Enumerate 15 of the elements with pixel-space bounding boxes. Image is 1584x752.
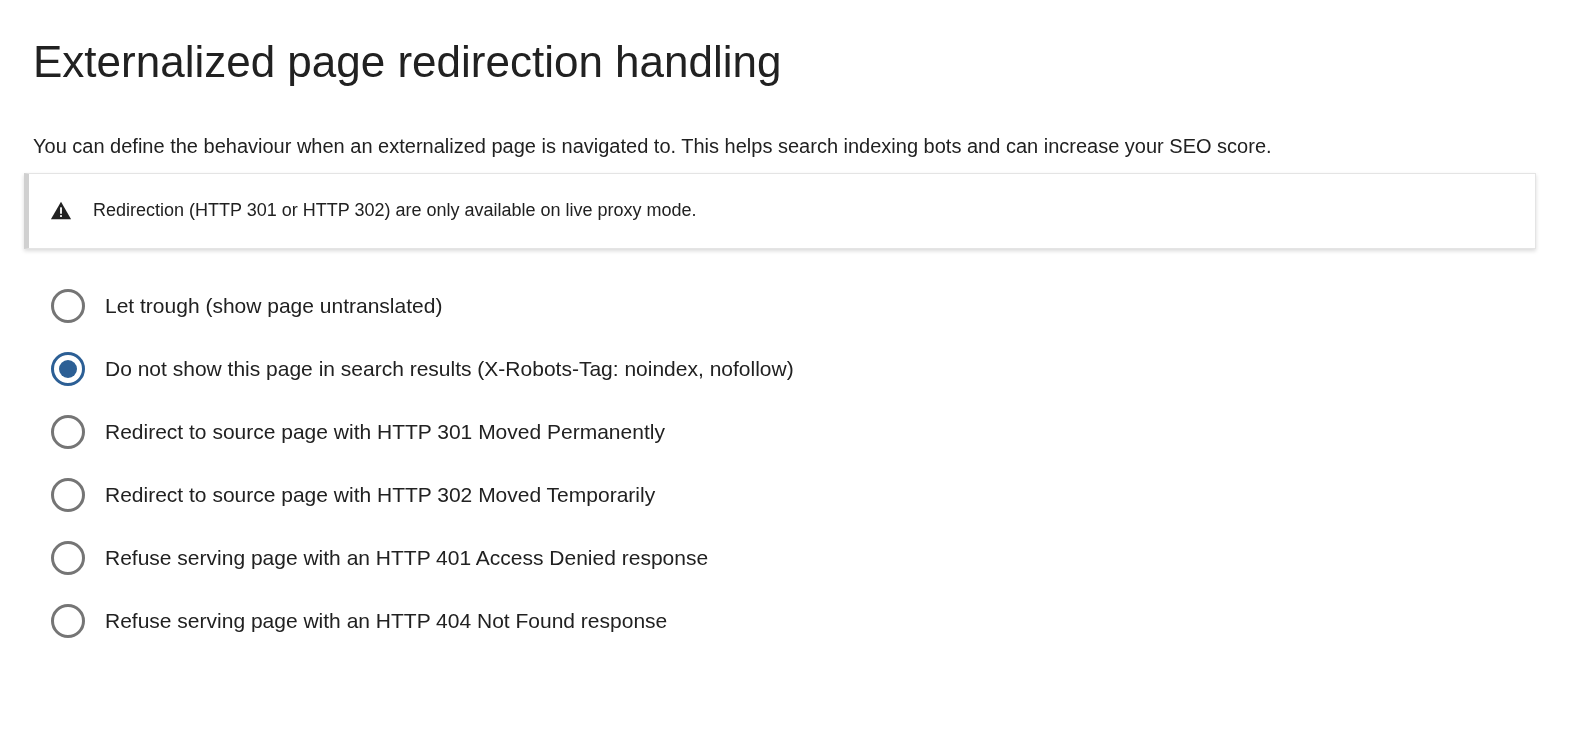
description-text: You can define the behaviour when an externalized page is navigated to. This helps search indexing bots and can increase your SEO score.: [33, 133, 1273, 159]
alert-text: Redirection (HTTP 301 or HTTP 302) are only available on live proxy mode.: [93, 200, 697, 222]
radio-option[interactable]: Refuse serving page with an HTTP 401 Access Denied response: [33, 526, 709, 590]
radio-button[interactable]: [51, 604, 85, 639]
page-title: Externalized page redirection handling: [33, 36, 783, 88]
radio-option[interactable]: Refuse serving page with an HTTP 404 Not Found response: [33, 589, 668, 653]
radio-button[interactable]: [51, 352, 85, 387]
radio-option[interactable]: Let trough (show page untranslated): [33, 274, 443, 338]
radio-option[interactable]: Redirect to source page with HTTP 301 Moved Permanently: [33, 400, 665, 464]
radio-button[interactable]: [51, 541, 85, 576]
radio-option[interactable]: Redirect to source page with HTTP 302 Moved Temporarily: [33, 463, 656, 527]
radio-option[interactable]: Do not show this page in search results (X-Robots-Tag: noindex, nofollow): [33, 337, 794, 401]
radio-button[interactable]: [51, 289, 85, 324]
radio-button[interactable]: [51, 478, 85, 513]
radio-button[interactable]: [51, 415, 85, 450]
